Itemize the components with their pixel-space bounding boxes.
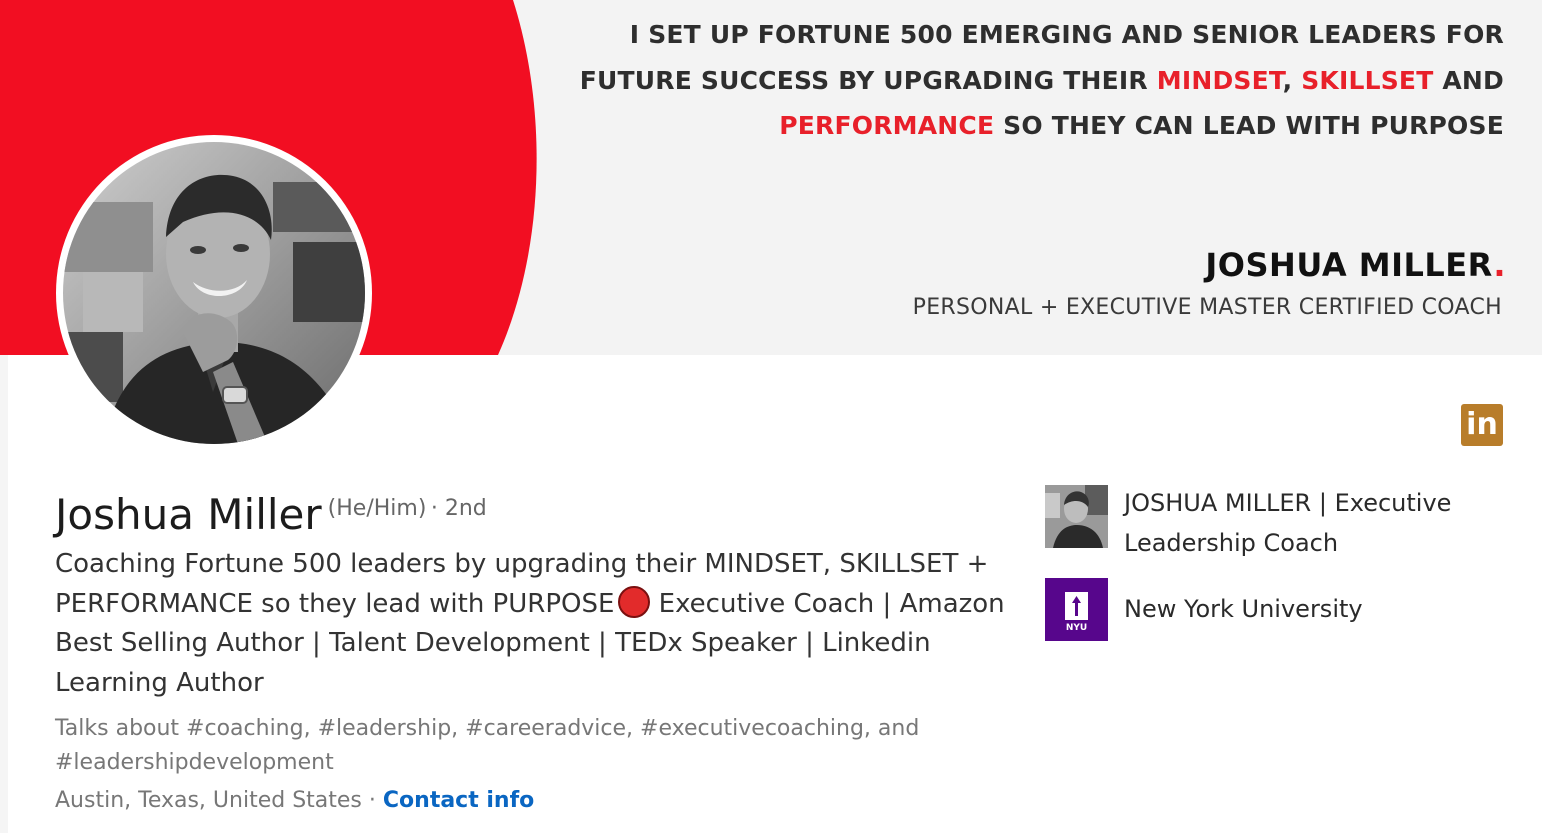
banner-skillset: SKILLSET [1301, 65, 1434, 95]
current-company[interactable]: JOSHUA MILLER | Executive Leadership Coa… [1045, 485, 1504, 563]
separator: · [361, 788, 383, 813]
avatar [63, 142, 365, 444]
pronouns: (He/Him) [327, 496, 427, 521]
connection-degree: · 2nd [430, 496, 487, 521]
school-name: New York University [1124, 595, 1363, 623]
banner-mindset: MINDSET [1156, 65, 1283, 95]
profile-photo[interactable] [56, 135, 372, 451]
banner-headline: I SET UP FORTUNE 500 EMERGING AND SENIOR… [504, 12, 1504, 149]
education[interactable]: NYU New York University [1045, 578, 1504, 641]
school-logo-text: NYU [1066, 623, 1087, 633]
banner-headline-line-2: FUTURE SUCCESS BY UPGRADING THEIR [579, 65, 1157, 95]
red-circle-icon [618, 585, 651, 618]
talks-about: Talks about #coaching, #leadership, #car… [55, 716, 920, 775]
banner-name: JOSHUA MILLER. [1205, 246, 1506, 284]
profile-name-line: Joshua Miller (He/Him) · 2nd [55, 490, 487, 539]
company-logo [1045, 485, 1108, 548]
banner-and: AND [1433, 65, 1504, 95]
linkedin-icon: in [1461, 404, 1503, 446]
profile-name: Joshua Miller [55, 490, 322, 539]
banner-name-dot: . [1493, 246, 1506, 284]
location: Austin, Texas, United States [55, 788, 362, 813]
banner-headline-line-1: I SET UP FORTUNE 500 EMERGING AND SENIOR… [629, 20, 1504, 49]
linkedin-badge-text: in [1466, 407, 1498, 442]
contact-info-link[interactable]: Contact info [383, 788, 534, 813]
banner-name-text: JOSHUA MILLER [1205, 246, 1494, 284]
card-left-edge [0, 355, 8, 833]
company-name: JOSHUA MILLER | Executive Leadership Coa… [1124, 489, 1452, 557]
school-logo: NYU [1045, 578, 1108, 641]
banner-performance: PERFORMANCE [779, 111, 995, 140]
banner-headline-line-3: SO THEY CAN LEAD WITH PURPOSE [994, 111, 1504, 140]
profile-headline: Coaching Fortune 500 leaders by upgradin… [55, 545, 1015, 703]
location-line: Austin, Texas, United States · Contact i… [55, 788, 534, 813]
banner-comma: , [1282, 65, 1302, 95]
banner-title: PERSONAL + EXECUTIVE MASTER CERTIFIED CO… [912, 295, 1502, 320]
